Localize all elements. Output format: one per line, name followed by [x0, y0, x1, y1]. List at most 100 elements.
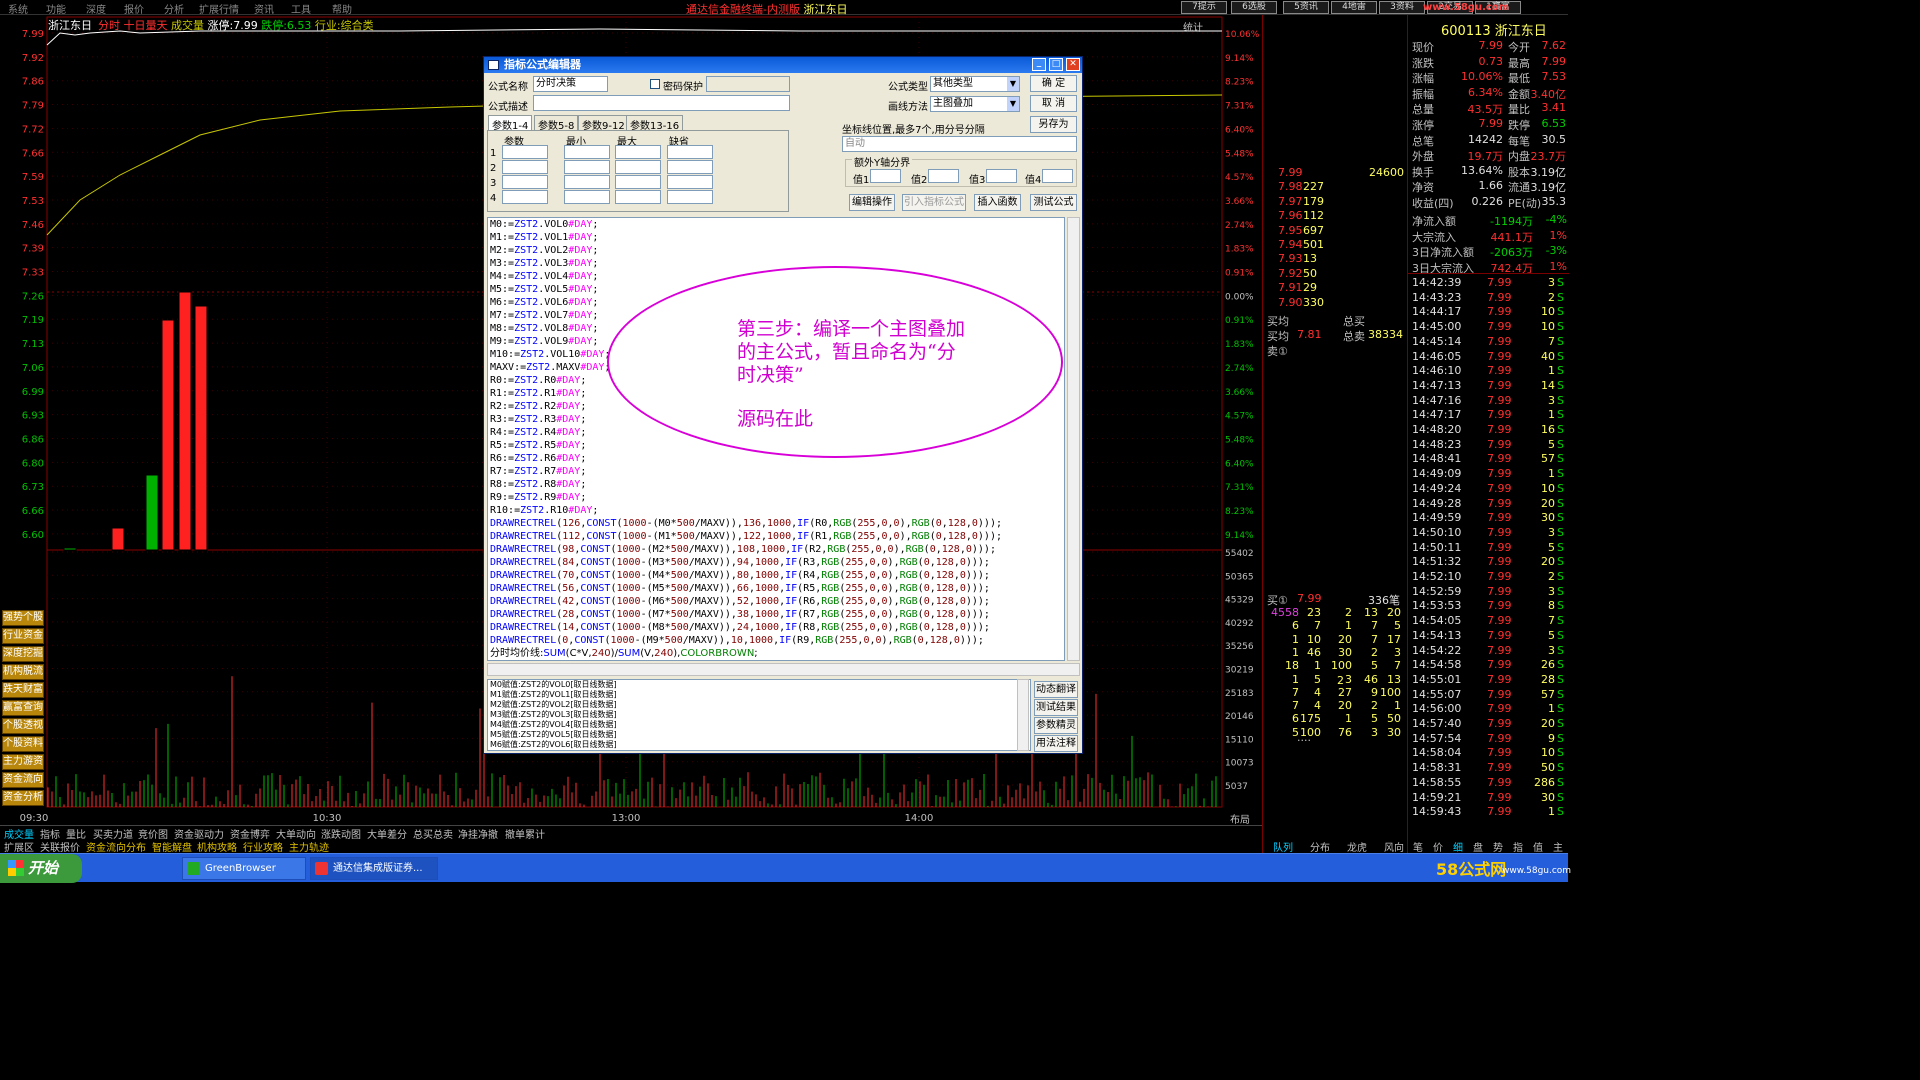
- right-tab[interactable]: 队列: [1273, 839, 1293, 854]
- param-cell[interactable]: [667, 145, 713, 159]
- close-icon[interactable]: ✕: [1066, 58, 1080, 71]
- extension-tab[interactable]: 机构攻略: [197, 839, 237, 854]
- extension-tab[interactable]: 资金流向分布: [86, 839, 146, 854]
- code-hscrollbar[interactable]: [487, 663, 1080, 676]
- param-cell[interactable]: [615, 160, 661, 174]
- right-small-tab[interactable]: 笔: [1413, 839, 1423, 854]
- task-tdx[interactable]: 通达信集成版证券...: [310, 857, 438, 880]
- menu-item[interactable]: 扩展行情: [199, 1, 239, 16]
- right-small-tab[interactable]: 值: [1533, 839, 1543, 854]
- top-button[interactable]: 7提示: [1181, 1, 1227, 14]
- save-as-button[interactable]: 另存为: [1030, 116, 1077, 133]
- start-button[interactable]: 开始: [0, 854, 82, 883]
- y-value-input[interactable]: [870, 169, 901, 183]
- side-button[interactable]: 测试结果: [1034, 699, 1078, 716]
- left-tab[interactable]: 主力游资: [2, 754, 44, 770]
- menu-item[interactable]: 资讯: [254, 1, 274, 16]
- code-line: DRAWRECTREL(98,CONST(1000-(M2*500/MAXV))…: [490, 544, 996, 555]
- layout-label[interactable]: 布局: [1230, 811, 1250, 826]
- param-cell[interactable]: [615, 190, 661, 204]
- extension-tab[interactable]: 主力轨迹: [289, 839, 329, 854]
- left-tab[interactable]: 深度挖掘: [2, 646, 44, 662]
- menu-item[interactable]: 帮助: [332, 1, 352, 16]
- param-cell[interactable]: [502, 190, 548, 204]
- top-button[interactable]: 5资讯: [1283, 1, 1329, 14]
- stats-label[interactable]: 统计: [1183, 19, 1203, 34]
- right-small-tab[interactable]: 主: [1553, 839, 1563, 854]
- menu-item[interactable]: 报价: [124, 1, 144, 16]
- param-cell[interactable]: [564, 145, 610, 159]
- right-tab[interactable]: 风向: [1384, 839, 1404, 854]
- order-volume: 24600: [1369, 166, 1404, 179]
- volume-tick-label: 10073: [1225, 759, 1254, 769]
- side-button[interactable]: 用法注释: [1034, 735, 1078, 752]
- extension-tab[interactable]: 行业攻略: [243, 839, 283, 854]
- extension-tab[interactable]: 关联报价: [40, 839, 80, 854]
- menu-item[interactable]: 工具: [291, 1, 311, 16]
- right-small-tab[interactable]: 价: [1433, 839, 1443, 854]
- right-small-tab[interactable]: 盘: [1473, 839, 1483, 854]
- y-value-input[interactable]: [928, 169, 959, 183]
- menu-item[interactable]: 分析: [164, 1, 184, 16]
- pct-tick-label: 8.23%: [1225, 507, 1254, 517]
- menu-item[interactable]: 深度: [86, 1, 106, 16]
- right-tab[interactable]: 龙虎: [1347, 839, 1367, 854]
- right-tab[interactable]: 分布: [1310, 839, 1330, 854]
- right-small-tab[interactable]: 细: [1453, 839, 1463, 854]
- extension-tab[interactable]: 扩展区: [4, 839, 34, 854]
- menu-item[interactable]: 系统: [8, 1, 28, 16]
- param-cell[interactable]: [667, 160, 713, 174]
- price-tick-label: 7.26: [22, 291, 44, 302]
- param-cell[interactable]: [502, 160, 548, 174]
- param-cell[interactable]: [502, 145, 548, 159]
- editor-button[interactable]: 测试公式: [1030, 194, 1077, 211]
- left-tab[interactable]: 资金流向: [2, 772, 44, 788]
- top-button[interactable]: 6选股: [1231, 1, 1277, 14]
- left-tab[interactable]: 个股资料: [2, 736, 44, 752]
- y-value-input[interactable]: [1042, 169, 1073, 183]
- right-small-tab[interactable]: 指: [1513, 839, 1523, 854]
- editor-button[interactable]: 插入函数: [974, 194, 1021, 211]
- left-tab[interactable]: 强势个股: [2, 610, 44, 626]
- formula-name-input[interactable]: 分时决策: [533, 76, 608, 92]
- task-greenbrowser[interactable]: GreenBrowser: [182, 857, 306, 880]
- left-tab[interactable]: 资金分析: [2, 790, 44, 806]
- menu-item[interactable]: 功能: [46, 1, 66, 16]
- flow-value: -1194万: [1490, 215, 1533, 228]
- param-cell[interactable]: [667, 190, 713, 204]
- param-cell[interactable]: [615, 175, 661, 189]
- left-tab[interactable]: 赢富查询: [2, 700, 44, 716]
- param-cell[interactable]: [564, 190, 610, 204]
- top-button[interactable]: 4地雷: [1331, 1, 1377, 14]
- left-tab[interactable]: 行业资金: [2, 628, 44, 644]
- maximize-icon[interactable]: □: [1049, 58, 1063, 71]
- cancel-button[interactable]: 取 消: [1030, 95, 1077, 112]
- password-checkbox[interactable]: [650, 79, 660, 89]
- y-value-input[interactable]: [986, 169, 1017, 183]
- param-cell[interactable]: [615, 145, 661, 159]
- editor-button[interactable]: 编辑操作: [849, 194, 895, 211]
- param-cell[interactable]: [564, 175, 610, 189]
- formula-desc-input[interactable]: [533, 95, 790, 111]
- password-input[interactable]: [706, 76, 790, 92]
- left-tab[interactable]: 跌天财富: [2, 682, 44, 698]
- side-button[interactable]: 动态翻译: [1034, 681, 1078, 698]
- right-small-tab[interactable]: 势: [1493, 839, 1503, 854]
- top-button[interactable]: 3资料: [1379, 1, 1425, 14]
- param-cell[interactable]: [667, 175, 713, 189]
- param-cell[interactable]: [502, 175, 548, 189]
- draw-method-select[interactable]: 主图叠加 ▼: [930, 96, 1020, 112]
- tick-side: S: [1557, 570, 1564, 583]
- formula-type-select[interactable]: 其他类型 ▼: [930, 76, 1020, 92]
- side-button[interactable]: 参数精灵: [1034, 717, 1078, 734]
- message-scrollbar[interactable]: [1017, 679, 1029, 751]
- editor-button[interactable]: 引入指标公式: [902, 194, 966, 211]
- extension-tab[interactable]: 智能解盘: [152, 839, 192, 854]
- minimize-icon[interactable]: _: [1032, 58, 1046, 71]
- left-tab[interactable]: 机构脱流: [2, 664, 44, 680]
- coord-input[interactable]: 自动: [842, 136, 1077, 152]
- ok-button[interactable]: 确 定: [1030, 75, 1077, 92]
- left-tab[interactable]: 个股透视: [2, 718, 44, 734]
- param-cell[interactable]: [564, 160, 610, 174]
- code-scrollbar[interactable]: [1067, 217, 1080, 661]
